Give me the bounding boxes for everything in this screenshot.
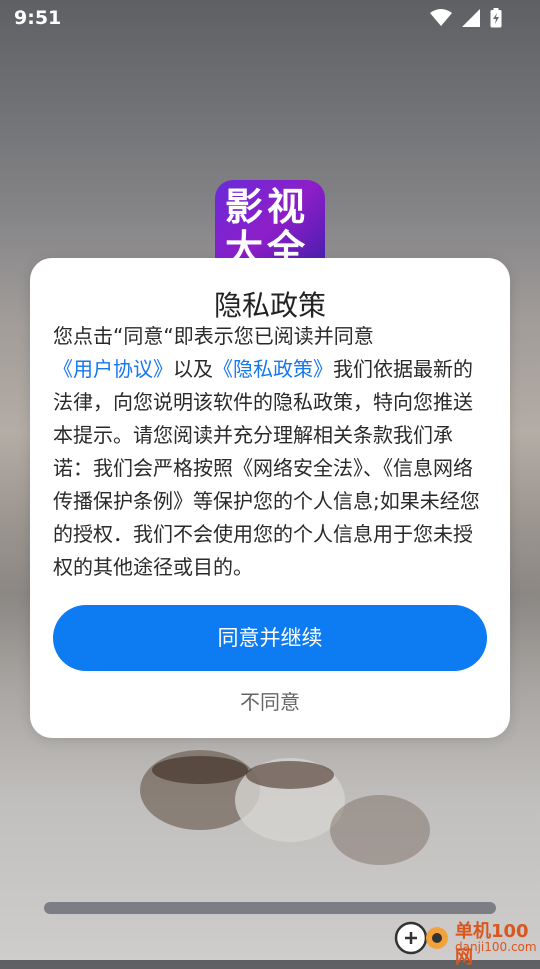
wifi-icon xyxy=(430,9,452,26)
watermark-url: danji100.com xyxy=(455,940,537,954)
privacy-dialog: 隐私政策 您点击“同意“即表示您已阅读并同意《用户协议》以及《隐私政策》我们依据… xyxy=(30,258,510,738)
status-time: 9:51 xyxy=(14,7,62,29)
home-indicator-bar[interactable] xyxy=(44,902,496,914)
body-text-and: 以及 xyxy=(173,357,213,381)
body-text-intro: 您点击“同意“即表示您已阅读并同意 xyxy=(53,324,374,348)
status-bar: 9:51 xyxy=(0,0,540,36)
agree-continue-button[interactable]: 同意并继续 xyxy=(53,605,487,671)
status-icons xyxy=(430,8,502,28)
privacy-policy-link[interactable]: 《隐私政策》 xyxy=(213,357,333,381)
dialog-title: 隐私政策 xyxy=(213,289,326,322)
cellular-signal-icon xyxy=(462,9,480,27)
disagree-button[interactable]: 不同意 xyxy=(30,686,510,715)
body-text-main: 我们依据最新的法律，向您说明该软件的隐私政策，特向您推送本提示。请您阅读并充分理… xyxy=(53,357,480,579)
watermark: 单机100网 danji100.com xyxy=(393,916,540,968)
dialog-body: 您点击“同意“即表示您已阅读并同意《用户协议》以及《隐私政策》我们依据最新的法律… xyxy=(53,320,489,584)
battery-charging-icon xyxy=(490,8,502,28)
background-photo-cups xyxy=(140,750,430,865)
watermark-logo-icon xyxy=(394,921,448,955)
user-agreement-link[interactable]: 《用户协议》 xyxy=(53,357,173,381)
